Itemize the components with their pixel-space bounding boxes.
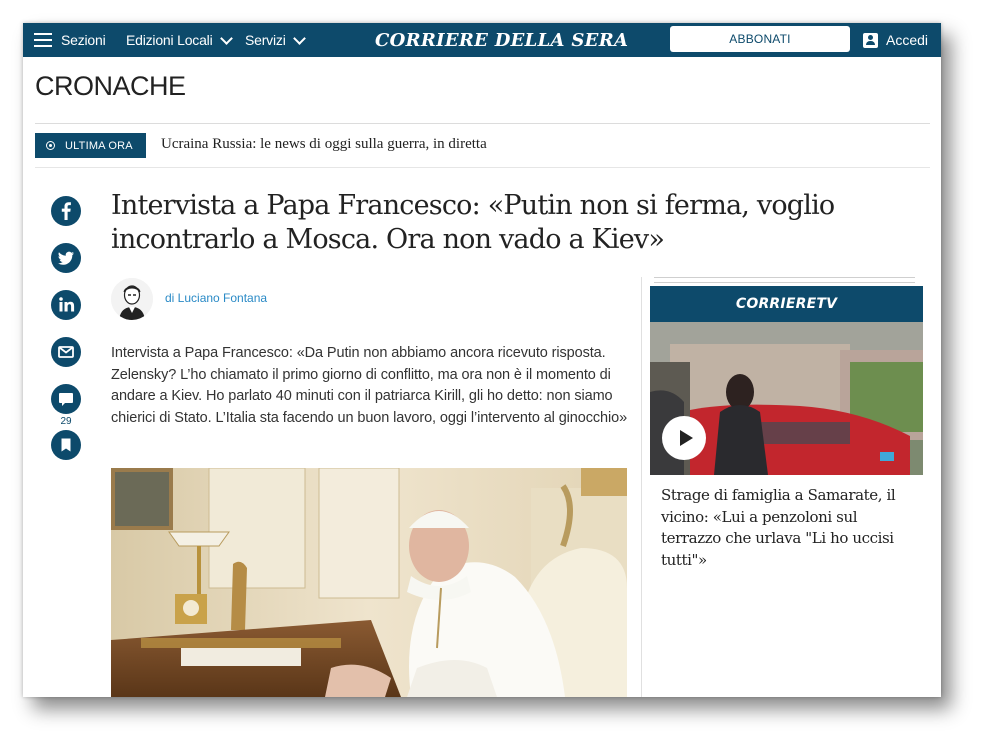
servizi-label: Servizi bbox=[245, 32, 286, 48]
divider bbox=[35, 167, 930, 168]
author-avatar[interactable] bbox=[111, 278, 153, 320]
comments-button[interactable] bbox=[51, 384, 81, 414]
accedi-button[interactable]: Accedi bbox=[863, 23, 928, 57]
comment-icon bbox=[59, 393, 73, 406]
pope-photo-image bbox=[111, 468, 627, 697]
servizi-menu[interactable]: Servizi bbox=[245, 23, 306, 57]
author-portrait-image bbox=[111, 278, 153, 320]
abbonati-button[interactable]: ABBONATI bbox=[670, 26, 850, 52]
linkedin-icon bbox=[59, 297, 75, 312]
sezioni-menu-button[interactable]: Sezioni bbox=[34, 23, 106, 57]
corriere-tv-header[interactable]: CORRIERETV bbox=[650, 286, 923, 322]
email-icon bbox=[58, 346, 74, 358]
play-button[interactable] bbox=[662, 416, 706, 460]
user-icon bbox=[863, 32, 878, 48]
divider bbox=[654, 277, 915, 283]
article-photo[interactable] bbox=[111, 468, 627, 697]
linkedin-share-button[interactable] bbox=[51, 290, 81, 320]
video-thumbnail[interactable] bbox=[650, 322, 923, 475]
hamburger-icon bbox=[34, 33, 52, 47]
edizioni-locali-label: Edizioni Locali bbox=[126, 32, 213, 48]
browser-page: Sezioni Edizioni Locali Servizi CORRIERE… bbox=[23, 23, 941, 697]
edizioni-locali-menu[interactable]: Edizioni Locali bbox=[126, 23, 233, 57]
breaking-news-link[interactable]: Ucraina Russia: le news di oggi sulla gu… bbox=[161, 136, 487, 153]
site-logo[interactable]: CORRIERE DELLA SERA bbox=[375, 23, 628, 57]
email-share-button[interactable] bbox=[51, 337, 81, 367]
comment-count: 29 bbox=[60, 416, 72, 427]
column-divider bbox=[641, 277, 642, 697]
top-navigation: Sezioni Edizioni Locali Servizi CORRIERE… bbox=[23, 23, 941, 57]
section-title[interactable]: CRONACHE bbox=[35, 71, 186, 102]
ultima-ora-badge[interactable]: ULTIMA ORA bbox=[35, 133, 146, 158]
twitter-icon bbox=[58, 251, 74, 265]
accedi-label: Accedi bbox=[886, 32, 929, 48]
corriere-tv-logo: CORRIERETV bbox=[735, 296, 838, 312]
video-caption-link[interactable]: Strage di famiglia a Samarate, il vicino… bbox=[661, 485, 911, 571]
chevron-down-icon bbox=[292, 31, 306, 45]
article-headline: Intervista a Papa Francesco: «Putin non … bbox=[111, 190, 835, 255]
sezioni-label: Sezioni bbox=[61, 32, 106, 48]
divider bbox=[35, 123, 930, 124]
ultima-ora-label: ULTIMA ORA bbox=[65, 139, 133, 152]
article-summary: Intervista a Papa Francesco: «Da Putin n… bbox=[111, 345, 628, 426]
facebook-share-button[interactable] bbox=[51, 196, 81, 226]
bookmark-button[interactable] bbox=[51, 430, 81, 460]
twitter-share-button[interactable] bbox=[51, 243, 81, 273]
facebook-icon bbox=[61, 202, 71, 220]
chevron-down-icon bbox=[219, 31, 233, 45]
author-link[interactable]: di Luciano Fontana bbox=[165, 291, 267, 305]
bookmark-icon bbox=[61, 438, 71, 452]
live-dot-icon bbox=[46, 141, 55, 150]
